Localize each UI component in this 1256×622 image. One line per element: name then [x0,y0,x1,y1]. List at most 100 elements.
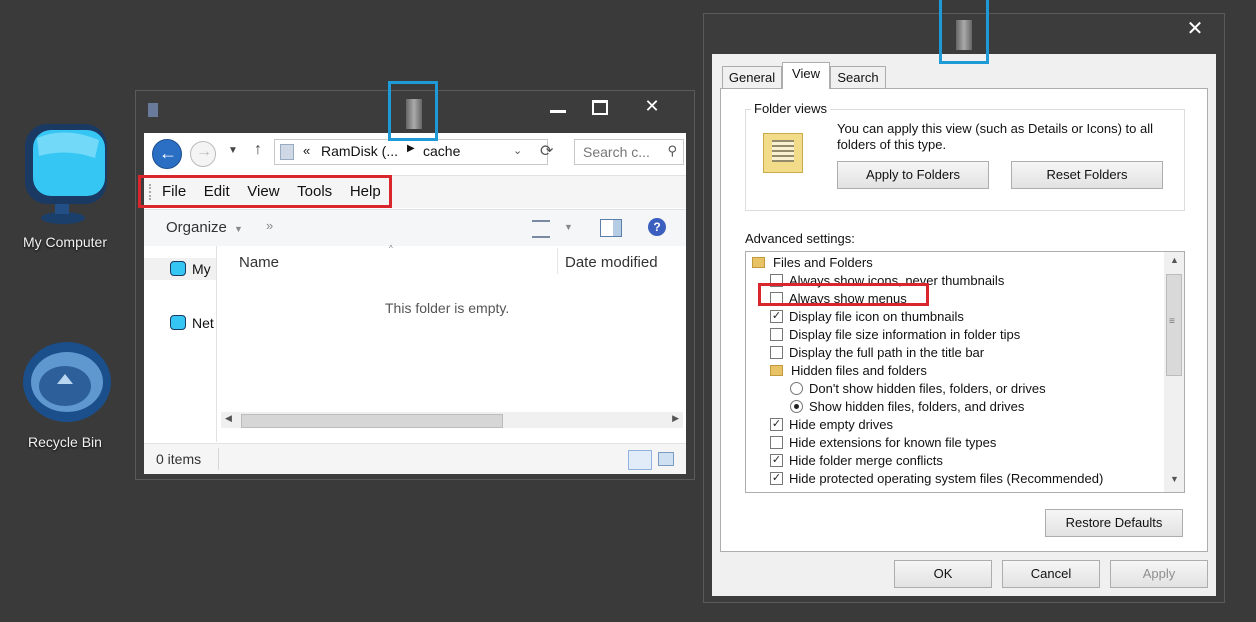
setting-row[interactable]: ✓ Display file icon on thumbnails [770,308,964,326]
close-button[interactable]: ✕ [622,93,682,119]
setting-row[interactable]: ✓ Hide folder merge conflicts [770,452,943,470]
dialog-body: General View Search Folder views You can… [712,54,1216,596]
apply-to-folders-button[interactable]: Apply to Folders [837,161,989,189]
scroll-grip-icon: ≡ [1169,316,1175,327]
breadcrumb-separator-icon[interactable]: ▶ [407,143,415,154]
checkbox[interactable] [770,346,783,360]
search-input[interactable]: Search c... ⚲ [574,139,684,165]
monitor-icon [15,118,115,228]
nav-item-my-computer[interactable]: My [144,258,216,280]
dialog-close-button[interactable]: ✕ [1170,16,1220,42]
column-header-date[interactable]: Date modified [565,254,658,271]
tab-view[interactable]: View [782,62,830,89]
status-bar: 0 items [144,443,686,474]
sort-arrow-icon: ^ [389,244,393,253]
explorer-window: ✕ ← → ▼ ↑ « RamDisk (... ▶ cache ⌄ ⟳ Sea… [135,90,695,480]
recent-dropdown-icon[interactable]: ▼ [228,145,238,156]
maximize-icon [592,99,608,115]
setting-row[interactable]: Show hidden files, folders, and drives [790,398,1024,416]
cancel-button[interactable]: Cancel [1002,560,1100,588]
setting-row[interactable]: Display file size information in folder … [770,326,1020,344]
details-view-icon[interactable] [628,450,652,470]
setting-row: Files and Folders [752,254,873,272]
column-divider [557,248,558,274]
setting-row[interactable]: Hide extensions for known file types [770,434,996,452]
setting-row[interactable]: Display the full path in the title bar [770,344,984,362]
desktop-icon-my-computer[interactable]: My Computer [10,118,120,250]
address-dropdown-icon[interactable]: ⌄ [513,144,522,157]
setting-label: Hidden files and folders [791,363,927,378]
restore-defaults-button[interactable]: Restore Defaults [1045,509,1183,537]
scroll-left-icon[interactable]: ◀ [225,413,232,424]
folder-options-dialog: ✕ General View Search Folder views You c… [703,13,1225,603]
file-list: ^ Name Date modified This folder is empt… [217,244,686,428]
checkbox[interactable]: ✓ [770,472,783,486]
setting-label: Don't show hidden files, folders, or dri… [809,381,1046,396]
column-header-name[interactable]: Name [239,254,279,271]
nav-item-label: My [192,261,211,277]
view-dropdown-icon[interactable]: ▼ [564,222,573,232]
command-bar: Organize ▼ » ▼ ? [144,209,686,247]
checkbox[interactable] [770,436,783,450]
search-placeholder: Search c... [583,144,650,160]
chevron-down-icon: ▼ [234,224,243,234]
address-bar[interactable]: « RamDisk (... ▶ cache ⌄ [274,139,548,165]
folder-views-icon [763,133,803,173]
nav-item-network[interactable]: Net [144,312,216,334]
empty-folder-message: This folder is empty. [385,300,510,316]
checkbox[interactable]: ✓ [770,310,783,324]
view-options-icon[interactable] [532,220,550,238]
setting-label: Hide extensions for known file types [789,435,997,450]
help-icon[interactable]: ? [648,218,666,236]
checkbox[interactable]: ✓ [770,454,783,468]
forward-button[interactable]: → [190,141,216,167]
horizontal-scrollbar[interactable]: ◀ ▶ [221,412,683,428]
up-button[interactable]: ↑ [254,141,262,159]
checkbox[interactable]: ✓ [770,418,783,432]
forward-arrow-icon: → [196,143,212,160]
tab-search[interactable]: Search [830,66,886,88]
highlight-menu-bar [138,175,392,208]
setting-label: Hide protected operating system files (R… [789,471,1104,486]
folder-views-description: You can apply this view (such as Details… [837,121,1154,152]
breadcrumb-overflow[interactable]: « [303,143,310,158]
network-icon [170,315,186,330]
preview-pane-icon[interactable] [600,219,622,237]
close-icon: ✕ [1186,18,1204,40]
reset-folders-button[interactable]: Reset Folders [1011,161,1163,189]
radio-button[interactable] [790,400,803,414]
desktop-icon-label: My Computer [22,234,108,250]
scroll-up-icon[interactable]: ▲ [1170,255,1179,265]
maximize-button[interactable] [580,93,620,119]
apply-button[interactable]: Apply [1110,560,1208,588]
highlight-explorer-title [388,81,438,141]
setting-label: Display the full path in the title bar [789,345,985,360]
breadcrumb-ramdisk[interactable]: RamDisk (... [321,143,398,159]
setting-label: Display file icon on thumbnails [789,309,964,324]
setting-row[interactable]: Don't show hidden files, folders, or dri… [790,380,1046,398]
search-icon: ⚲ [667,143,677,158]
minimize-button[interactable] [538,93,578,119]
highlight-always-show-menus [758,283,929,306]
ok-button[interactable]: OK [894,560,992,588]
radio-button[interactable] [790,382,803,396]
vertical-scrollbar[interactable]: ▲ ≡ ▼ [1164,252,1184,492]
more-commands-icon[interactable]: » [266,218,273,233]
tab-panel: Folder views You can apply this view (su… [720,88,1208,552]
scroll-thumb[interactable] [241,414,503,428]
scroll-right-icon[interactable]: ▶ [672,413,679,424]
organize-button[interactable]: Organize ▼ [166,219,243,236]
tab-general[interactable]: General [722,66,782,88]
close-icon: ✕ [644,96,660,116]
back-button[interactable]: ← [152,139,182,169]
large-icons-view-icon[interactable] [658,452,674,466]
setting-row[interactable]: ✓ Hide empty drives [770,416,893,434]
scroll-down-icon[interactable]: ▼ [1170,474,1179,484]
refresh-button[interactable]: ⟳ [540,141,553,161]
desktop-icon-recycle-bin[interactable]: Recycle Bin [10,338,120,450]
setting-label: Files and Folders [773,255,873,270]
setting-row[interactable]: ✓ Hide protected operating system files (… [770,470,1103,488]
checkbox[interactable] [770,328,783,342]
breadcrumb-cache[interactable]: cache [423,143,460,159]
item-count: 0 items [156,451,202,467]
